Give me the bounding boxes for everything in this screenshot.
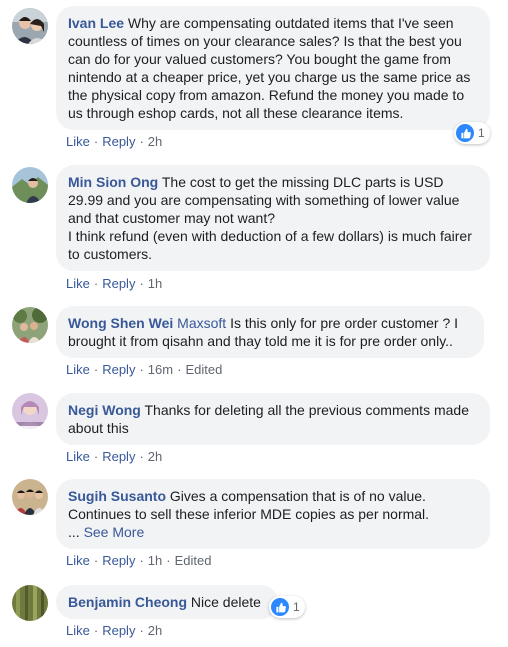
reply-link[interactable]: Reply [102,134,135,149]
mention-link[interactable]: Maxsoft [177,315,226,331]
comment-bubble: Ivan Lee Why are compensating outdated i… [56,6,490,130]
thumbs-up-icon [271,598,289,616]
comment-text-continued: I think refund (even with deduction of a… [68,228,472,262]
timestamp[interactable]: 2h [148,134,162,149]
reaction-count[interactable]: 1 [269,596,305,618]
comment-actions: Like · Reply · 2h [66,449,163,464]
avatar[interactable] [12,479,48,515]
avatar[interactable] [12,167,48,203]
comment-bubble: Min Sion Ong The cost to get the missing… [56,165,490,271]
comment-bubble: Benjamin Cheong Nice delete [56,585,278,619]
like-link[interactable]: Like [66,623,90,638]
avatar[interactable] [12,393,48,429]
timestamp[interactable]: 1h [148,276,162,291]
reply-link[interactable]: Reply [102,623,135,638]
avatar[interactable] [12,8,48,44]
timestamp[interactable]: 2h [148,449,162,464]
comment-author[interactable]: Wong Shen Wei [68,315,173,331]
like-link[interactable]: Like [66,362,90,377]
like-link[interactable]: Like [66,276,90,291]
reply-link[interactable]: Reply [102,276,135,291]
reply-link[interactable]: Reply [102,362,135,377]
reaction-number: 1 [478,126,485,140]
thumbs-up-icon [456,124,474,142]
like-link[interactable]: Like [66,553,90,568]
comment-actions: Like · Reply · 16m · Edited [66,362,223,377]
see-more-link[interactable]: See More [84,524,145,540]
reply-link[interactable]: Reply [102,449,135,464]
like-link[interactable]: Like [66,134,90,149]
timestamp[interactable]: 1h [148,553,162,568]
like-link[interactable]: Like [66,449,90,464]
comment-text: Nice delete [190,594,261,610]
edited-label[interactable]: Edited [185,362,222,377]
avatar[interactable] [12,307,48,343]
reaction-count[interactable]: 1 [454,122,490,144]
timestamp[interactable]: 2h [148,623,162,638]
comment-author[interactable]: Sugih Susanto [68,488,166,504]
comment-text: Why are compensating outdated items that… [68,15,471,121]
avatar[interactable] [12,585,48,621]
comment-author[interactable]: Ivan Lee [68,15,124,31]
comment-bubble: Negi Wong Thanks for deleting all the pr… [56,393,490,445]
comment-thread: Ivan Lee Why are compensating outdated i… [0,0,508,647]
comment-author[interactable]: Negi Wong [68,402,141,418]
timestamp[interactable]: 16m [148,362,173,377]
ellipsis: ... [68,524,80,540]
comment-author[interactable]: Benjamin Cheong [68,594,187,610]
comment-author[interactable]: Min Sion Ong [68,174,158,190]
comment-actions: Like · Reply · 2h [66,134,163,149]
edited-label[interactable]: Edited [175,553,212,568]
comment-actions: Like · Reply · 1h [66,276,163,291]
comment-actions: Like · Reply · 1h · Edited [66,553,212,568]
comment-bubble: Wong Shen Wei Maxsoft Is this only for p… [56,306,484,358]
comment-actions: Like · Reply · 2h [66,623,163,638]
comment-bubble: Sugih Susanto Gives a compensation that … [56,479,490,549]
reaction-number: 1 [293,600,300,614]
reply-link[interactable]: Reply [102,553,135,568]
